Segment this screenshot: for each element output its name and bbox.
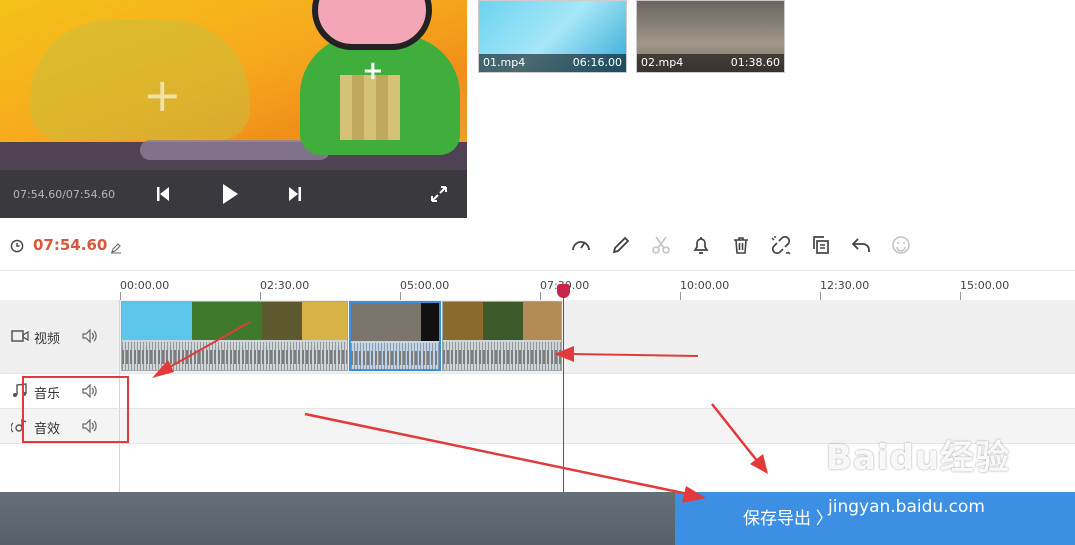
watermark-logo: Baidu经验 — [826, 438, 1011, 478]
copy-icon[interactable] — [810, 234, 832, 256]
track-music[interactable] — [120, 373, 1075, 408]
thumbnail-meta: 01.mp4 06:16.00 — [479, 54, 626, 72]
edit-icon[interactable] — [610, 234, 632, 256]
track-header-video: 视频 — [0, 300, 120, 373]
track-header-empty — [0, 443, 120, 492]
ruler-label: 02:30.00 — [260, 279, 310, 292]
playhead-handle[interactable] — [557, 284, 570, 298]
watermark-url: jingyan.baidu.com — [828, 497, 985, 517]
track-label-video: 视频 — [34, 332, 61, 347]
cut-icon[interactable] — [650, 234, 672, 256]
playhead[interactable] — [563, 284, 564, 492]
clock-icon — [10, 238, 24, 253]
undo-icon[interactable] — [850, 234, 872, 256]
current-time: 07:54.60 — [33, 236, 108, 254]
media-name: 01.mp4 — [483, 56, 526, 69]
video-clip[interactable] — [121, 301, 348, 371]
video-camera-icon — [11, 328, 29, 344]
player-controls: 07:54.60/07:54.60 — [0, 170, 467, 218]
ruler-label: 00:00.00 — [120, 279, 170, 292]
edit-time-icon[interactable] — [110, 239, 122, 254]
timeline-toolbar: 07:54.60 — [0, 218, 1075, 270]
video-clip[interactable] — [442, 301, 562, 371]
preview-frame: + + — [0, 0, 467, 170]
ruler-label: 10:00.00 — [680, 279, 730, 292]
media-duration: 01:38.60 — [730, 56, 780, 69]
annotation-box — [22, 376, 129, 443]
speed-icon[interactable] — [570, 234, 592, 256]
ruler-label: 12:30.00 — [820, 279, 870, 292]
volume-icon[interactable] — [82, 329, 98, 343]
preview-player: + + 07:54.60/07:54.60 — [0, 0, 467, 218]
video-editor: + + 07:54.60/07:54.60 01.mp4 06:16.00 02… — [0, 0, 1075, 545]
skip-back-icon[interactable] — [152, 182, 174, 206]
ruler-label: 05:00.00 — [400, 279, 450, 292]
media-name: 02.mp4 — [641, 56, 684, 69]
time-readout: 07:54.60/07:54.60 — [13, 188, 116, 201]
video-clip-selected[interactable] — [349, 301, 441, 371]
media-thumbnail[interactable]: 01.mp4 06:16.00 — [478, 0, 627, 73]
media-thumbnail[interactable]: 02.mp4 01:38.60 — [636, 0, 785, 73]
ruler-label: 15:00.00 — [960, 279, 1010, 292]
thumbnail-meta: 02.mp4 01:38.60 — [637, 54, 784, 72]
skip-forward-icon[interactable] — [284, 182, 306, 206]
bell-icon[interactable] — [690, 234, 712, 256]
media-duration: 06:16.00 — [572, 56, 622, 69]
emoji-icon[interactable] — [890, 234, 912, 256]
unlink-icon[interactable] — [770, 234, 792, 256]
timeline-ruler[interactable]: 00:00.00 02:30.00 05:00.00 07:30.00 10:0… — [0, 270, 1075, 300]
delete-icon[interactable] — [730, 234, 752, 256]
play-icon[interactable] — [219, 182, 241, 206]
fullscreen-icon[interactable] — [428, 182, 450, 206]
